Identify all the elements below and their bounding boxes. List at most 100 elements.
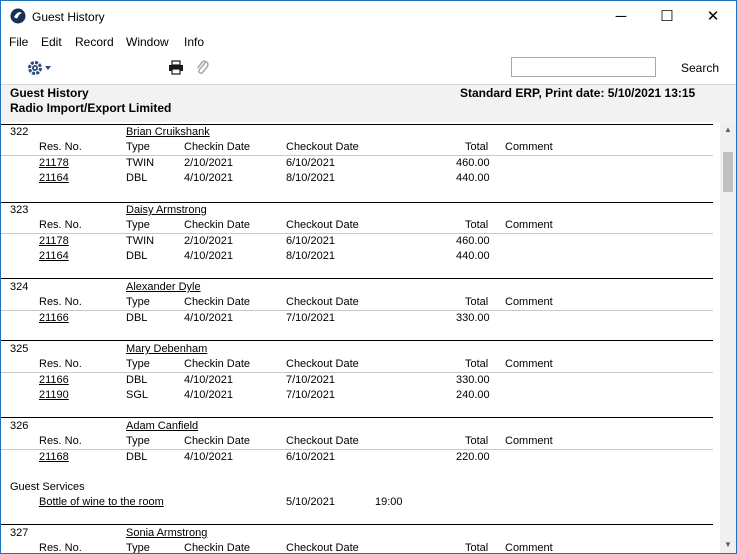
service-link[interactable]: Bottle of wine to the room [39, 496, 164, 508]
checkin-date: 2/10/2021 [184, 235, 233, 247]
col-checkin: Checkin Date [184, 358, 251, 370]
guest-name-link[interactable]: Sonia Armstrong [126, 527, 207, 539]
checkout-date: 6/10/2021 [286, 157, 335, 169]
title-bar: Guest History ─ ☐ ✕ [1, 1, 736, 32]
reservation-link[interactable]: 21164 [39, 250, 69, 262]
col-res-no: Res. No. [39, 219, 82, 231]
col-comment: Comment [505, 358, 553, 370]
total-amount: 440.00 [456, 172, 490, 184]
col-comment: Comment [505, 219, 553, 231]
vertical-scrollbar[interactable]: ▲ ▼ [720, 122, 736, 553]
total-amount: 460.00 [456, 235, 490, 247]
col-checkin: Checkin Date [184, 296, 251, 308]
room-type: SGL [126, 389, 149, 401]
section-divider [1, 202, 713, 203]
col-checkin: Checkin Date [184, 141, 251, 153]
checkin-date: 4/10/2021 [184, 312, 233, 324]
col-type: Type [126, 358, 150, 370]
total-amount: 220.00 [456, 451, 490, 463]
col-res-no: Res. No. [39, 296, 82, 308]
scrollbar-thumb[interactable] [723, 152, 733, 192]
reservation-link[interactable]: 21166 [39, 374, 69, 386]
section-divider [1, 524, 713, 525]
scroll-up-icon[interactable]: ▲ [724, 125, 732, 134]
row-divider [1, 233, 713, 234]
room-type: TWIN [126, 157, 155, 169]
section-divider [1, 417, 713, 418]
company-name: Radio Import/Export Limited [10, 101, 172, 115]
total-amount: 440.00 [456, 250, 490, 262]
guest-number: 326 [10, 420, 29, 432]
room-type: DBL [126, 374, 148, 386]
col-total: Total [465, 542, 489, 553]
minimize-button[interactable]: ─ [598, 1, 644, 32]
guest-number: 323 [10, 204, 29, 216]
guest-name-link[interactable]: Brian Cruikshank [126, 126, 210, 138]
menu-record[interactable]: Record [75, 35, 114, 49]
col-type: Type [126, 435, 150, 447]
col-comment: Comment [505, 296, 553, 308]
row-divider [1, 310, 713, 311]
checkin-date: 4/10/2021 [184, 172, 233, 184]
col-comment: Comment [505, 141, 553, 153]
print-info: Standard ERP, Print date: 5/10/2021 13:1… [460, 86, 696, 100]
col-checkout: Checkout Date [286, 296, 359, 308]
checkin-date: 4/10/2021 [184, 250, 233, 262]
service-time: 19:00 [375, 496, 403, 508]
guest-number: 325 [10, 343, 29, 355]
checkout-date: 7/10/2021 [286, 389, 335, 401]
col-comment: Comment [505, 542, 553, 553]
col-checkout: Checkout Date [286, 358, 359, 370]
col-total: Total [465, 358, 489, 370]
guest-name-link[interactable]: Adam Canfield [126, 420, 198, 432]
checkout-date: 7/10/2021 [286, 374, 335, 386]
guest-number: 327 [10, 527, 29, 539]
menu-file[interactable]: File [9, 35, 28, 49]
search-button[interactable]: Search [681, 61, 719, 75]
guest-history-window: Guest History ─ ☐ ✕ File Edit Record Win… [0, 0, 737, 554]
report-content: 322 Brian Cruikshank Res. No. Type Check… [1, 122, 720, 553]
maximize-button[interactable]: ☐ [644, 1, 690, 32]
toolbar: Search [1, 52, 736, 84]
close-button[interactable]: ✕ [690, 1, 736, 32]
print-icon[interactable] [168, 60, 184, 75]
col-checkout: Checkout Date [286, 542, 359, 553]
guest-name-link[interactable]: Daisy Armstrong [126, 204, 207, 216]
col-type: Type [126, 219, 150, 231]
reservation-link[interactable]: 21178 [39, 157, 69, 169]
search-input[interactable] [511, 57, 656, 77]
guest-name-link[interactable]: Mary Debenham [126, 343, 207, 355]
checkout-date: 6/10/2021 [286, 235, 335, 247]
report-header: Guest History Radio Import/Export Limite… [1, 84, 736, 122]
checkout-date: 8/10/2021 [286, 172, 335, 184]
gear-menu-icon[interactable] [27, 59, 53, 77]
checkout-date: 8/10/2021 [286, 250, 335, 262]
reservation-link[interactable]: 21164 [39, 172, 69, 184]
reservation-link[interactable]: 21190 [39, 389, 69, 401]
menu-edit[interactable]: Edit [41, 35, 62, 49]
checkin-date: 4/10/2021 [184, 451, 233, 463]
checkout-date: 7/10/2021 [286, 312, 335, 324]
guest-services-label: Guest Services [10, 481, 85, 493]
menu-info[interactable]: Info [184, 35, 204, 49]
room-type: DBL [126, 312, 148, 324]
checkin-date: 4/10/2021 [184, 374, 233, 386]
guest-name-link[interactable]: Alexander Dyle [126, 281, 201, 293]
window-title: Guest History [32, 10, 105, 24]
col-checkout: Checkout Date [286, 435, 359, 447]
reservation-link[interactable]: 21178 [39, 235, 69, 247]
checkout-date: 6/10/2021 [286, 451, 335, 463]
reservation-link[interactable]: 21166 [39, 312, 69, 324]
col-checkin: Checkin Date [184, 542, 251, 553]
scroll-down-icon[interactable]: ▼ [724, 540, 732, 549]
room-type: DBL [126, 172, 148, 184]
menu-window[interactable]: Window [126, 35, 169, 49]
reservation-link[interactable]: 21168 [39, 451, 69, 463]
room-type: TWIN [126, 235, 155, 247]
row-divider [1, 372, 713, 373]
col-res-no: Res. No. [39, 141, 82, 153]
report-title: Guest History [10, 86, 89, 100]
checkin-date: 2/10/2021 [184, 157, 233, 169]
total-amount: 330.00 [456, 374, 490, 386]
attachment-icon[interactable] [195, 59, 209, 76]
